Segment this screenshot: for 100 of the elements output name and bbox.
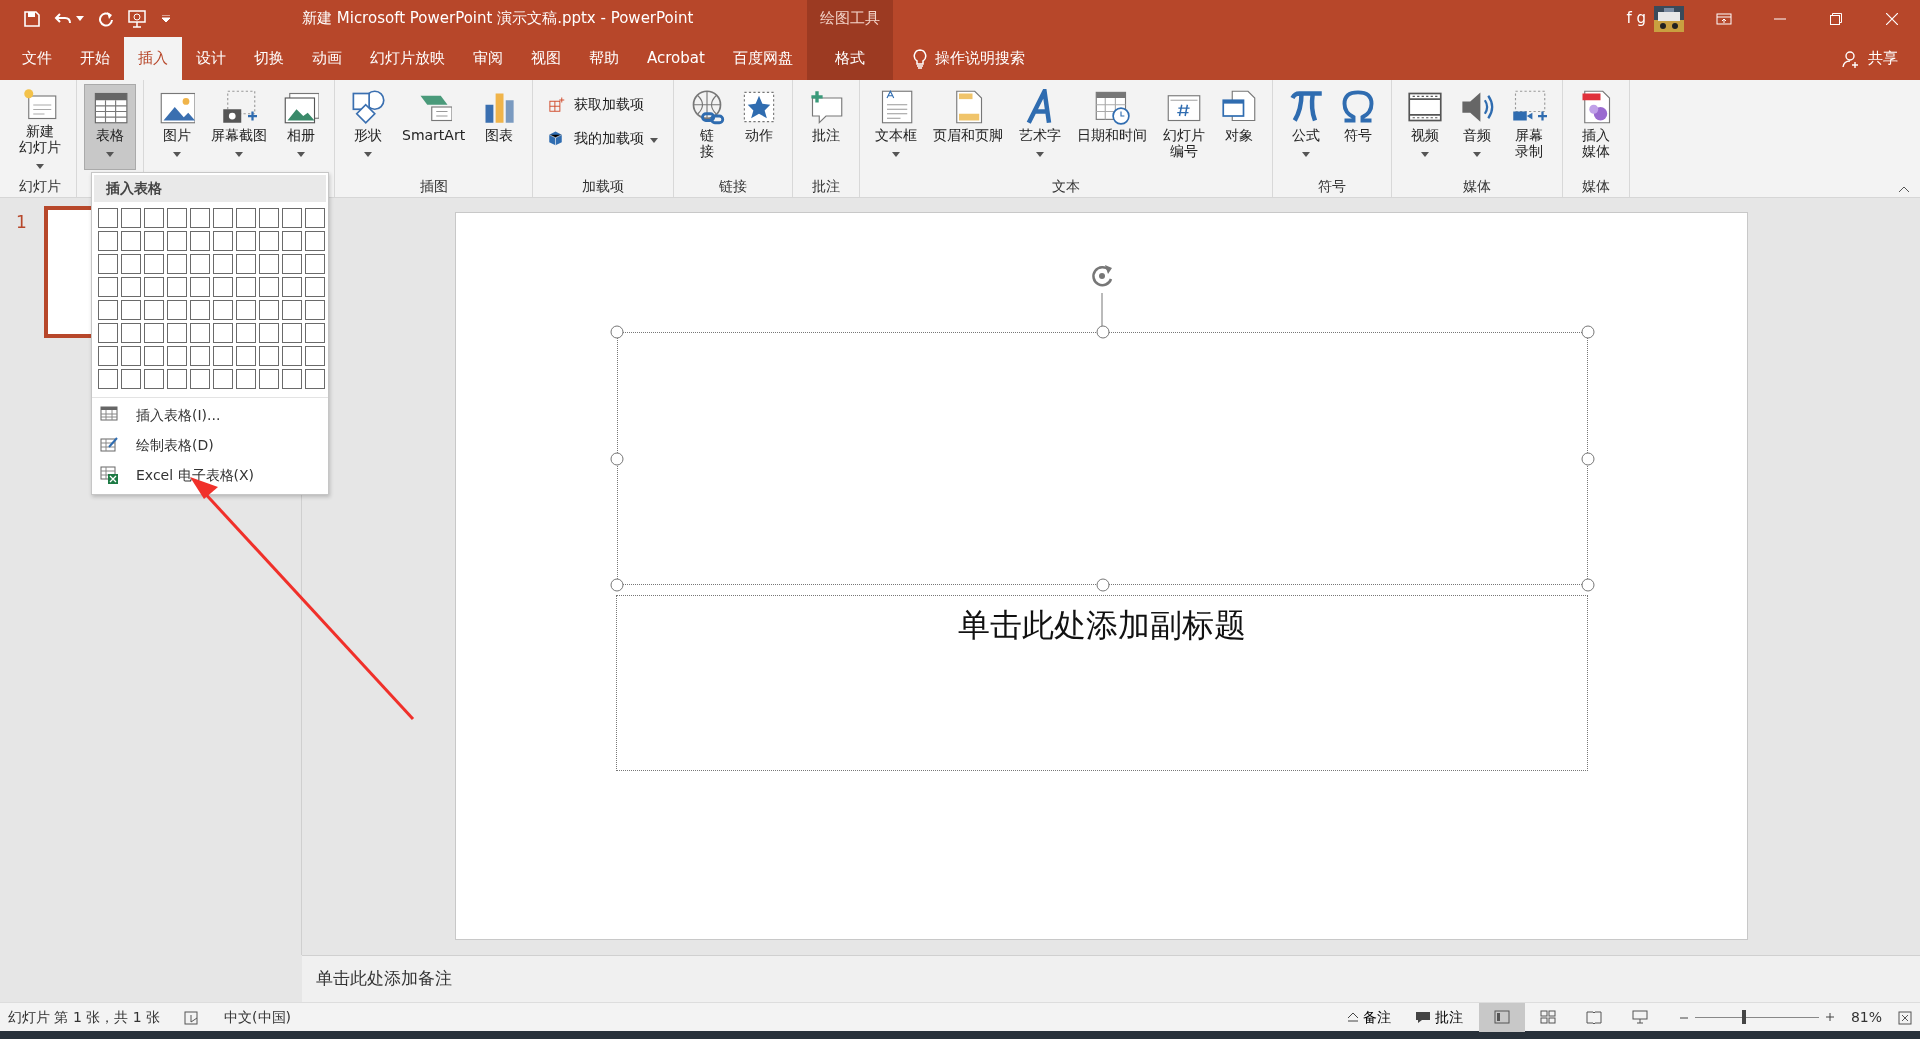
ribbon-button[interactable]: 插入 媒体	[1570, 84, 1623, 170]
ribbon-button[interactable]: 日期和时间	[1069, 84, 1156, 170]
table-grid-cell[interactable]	[282, 277, 302, 297]
resize-handle[interactable]	[610, 325, 624, 339]
table-grid-cell[interactable]	[121, 369, 141, 389]
ribbon-button[interactable]: 图表	[473, 84, 526, 170]
table-grid-cell[interactable]	[236, 323, 256, 343]
table-grid-cell[interactable]	[144, 369, 164, 389]
ribbon-button[interactable]: 幻灯片 编号	[1155, 84, 1214, 170]
zoom-slider-thumb[interactable]	[1742, 1009, 1747, 1024]
table-grid-cell[interactable]	[98, 231, 118, 251]
ribbon-tab[interactable]: 插入	[124, 37, 182, 80]
table-grid-cell[interactable]	[213, 254, 233, 274]
ribbon-button[interactable]: 文本框	[867, 84, 926, 170]
comments-button[interactable]: 批注	[1398, 1005, 1479, 1029]
table-grid-cell[interactable]	[259, 254, 279, 274]
ribbon-tab[interactable]: 格式	[806, 37, 893, 80]
table-grid-cell[interactable]	[121, 346, 141, 366]
ribbon-button[interactable]: 图片	[151, 84, 203, 170]
table-grid-cell[interactable]	[190, 231, 210, 251]
table-grid-cell[interactable]	[144, 323, 164, 343]
table-grid-cell[interactable]	[305, 300, 325, 320]
ribbon-button[interactable]: 公式	[1280, 84, 1333, 170]
table-grid-cell[interactable]	[236, 369, 256, 389]
table-grid-cell[interactable]	[213, 277, 233, 297]
ribbon-tab[interactable]: 动画	[298, 37, 356, 80]
table-grid-cell[interactable]	[282, 346, 302, 366]
resize-handle[interactable]	[1096, 578, 1109, 592]
table-grid-cell[interactable]	[98, 369, 118, 389]
ribbon-button[interactable]: 艺术字	[1011, 84, 1070, 170]
table-grid-cell[interactable]	[305, 254, 325, 274]
language-indicator[interactable]: 中文(中国)	[224, 1006, 291, 1028]
ribbon-button[interactable]: SmartArt	[394, 84, 474, 170]
table-grid-cell[interactable]	[144, 231, 164, 251]
table-grid-cell[interactable]	[144, 346, 164, 366]
tell-me-search[interactable]: 操作说明搜索	[906, 46, 1031, 71]
table-grid-cell[interactable]	[259, 300, 279, 320]
table-grid-cell[interactable]	[259, 231, 279, 251]
ribbon-button[interactable]: 屏幕 录制	[1503, 84, 1556, 170]
table-grid-cell[interactable]	[167, 300, 187, 320]
table-grid-cell[interactable]	[213, 231, 233, 251]
table-grid-cell[interactable]	[167, 369, 187, 389]
table-grid-cell[interactable]	[213, 300, 233, 320]
table-grid-cell[interactable]	[144, 300, 164, 320]
table-grid-cell[interactable]	[305, 208, 325, 228]
subtitle-placeholder[interactable]: 单击此处添加副标题	[616, 595, 1588, 771]
table-grid-cell[interactable]	[213, 369, 233, 389]
ribbon-tab[interactable]: Acrobat	[633, 37, 719, 80]
table-grid-cell[interactable]	[167, 277, 187, 297]
table-grid-cell[interactable]	[98, 254, 118, 274]
table-grid-cell[interactable]	[121, 231, 141, 251]
ribbon-tab[interactable]: 视图	[517, 37, 575, 80]
ribbon-tab[interactable]: 百度网盘	[718, 37, 807, 80]
ribbon-tab[interactable]: 开始	[66, 37, 124, 80]
ribbon-button[interactable]: 相册	[275, 84, 327, 170]
table-grid-cell[interactable]	[282, 231, 302, 251]
table-grid-cell[interactable]	[213, 323, 233, 343]
table-grid-cell[interactable]	[190, 254, 210, 274]
table-grid-cell[interactable]	[190, 346, 210, 366]
ribbon-button[interactable]: 动作	[733, 84, 786, 170]
resize-handle[interactable]	[1581, 578, 1595, 592]
table-grid-cell[interactable]	[121, 208, 141, 228]
table-grid-cell[interactable]	[236, 254, 256, 274]
table-grid-cell[interactable]	[305, 323, 325, 343]
table-grid-cell[interactable]	[259, 346, 279, 366]
table-grid-cell[interactable]	[121, 300, 141, 320]
notes-placeholder[interactable]: 单击此处添加备注	[316, 966, 452, 992]
table-grid-cell[interactable]	[121, 323, 141, 343]
table-grid-cell[interactable]	[213, 208, 233, 228]
table-grid-cell[interactable]	[167, 208, 187, 228]
ribbon-button[interactable]: 屏幕截图	[203, 84, 275, 170]
table-grid-cell[interactable]	[282, 369, 302, 389]
ribbon-tab[interactable]: 切换	[240, 37, 298, 80]
ribbon-button[interactable]: 新建 幻灯片	[11, 84, 69, 170]
table-grid-cell[interactable]	[121, 277, 141, 297]
ribbon-button[interactable]: 视频	[1399, 84, 1452, 170]
table-grid-cell[interactable]	[144, 277, 164, 297]
ribbon-button[interactable]: 对象	[1213, 84, 1266, 170]
ribbon-tab[interactable]: 设计	[182, 37, 240, 80]
ribbon-button[interactable]: 音频	[1451, 84, 1504, 170]
resize-handle[interactable]	[610, 578, 624, 592]
table-grid-cell[interactable]	[190, 300, 210, 320]
ribbon-button[interactable]: 符号	[1332, 84, 1385, 170]
table-grid-cell[interactable]	[190, 277, 210, 297]
table-grid-cell[interactable]	[236, 208, 256, 228]
table-grid-cell[interactable]	[305, 231, 325, 251]
ribbon-button[interactable]: 获取加载项	[540, 88, 667, 121]
table-grid-cell[interactable]	[236, 231, 256, 251]
table-grid-cell[interactable]	[190, 323, 210, 343]
table-grid-cell[interactable]	[98, 346, 118, 366]
table-grid-cell[interactable]	[305, 369, 325, 389]
ribbon-button[interactable]: 页眉和页脚	[925, 84, 1012, 170]
resize-handle[interactable]	[1096, 325, 1109, 339]
table-grid-cell[interactable]	[259, 323, 279, 343]
table-grid-cell[interactable]	[259, 369, 279, 389]
table-grid-cell[interactable]	[98, 323, 118, 343]
table-grid-cell[interactable]	[167, 231, 187, 251]
table-grid-cell[interactable]	[213, 346, 233, 366]
table-grid-cell[interactable]	[121, 254, 141, 274]
ribbon-tab[interactable]: 帮助	[575, 37, 633, 80]
